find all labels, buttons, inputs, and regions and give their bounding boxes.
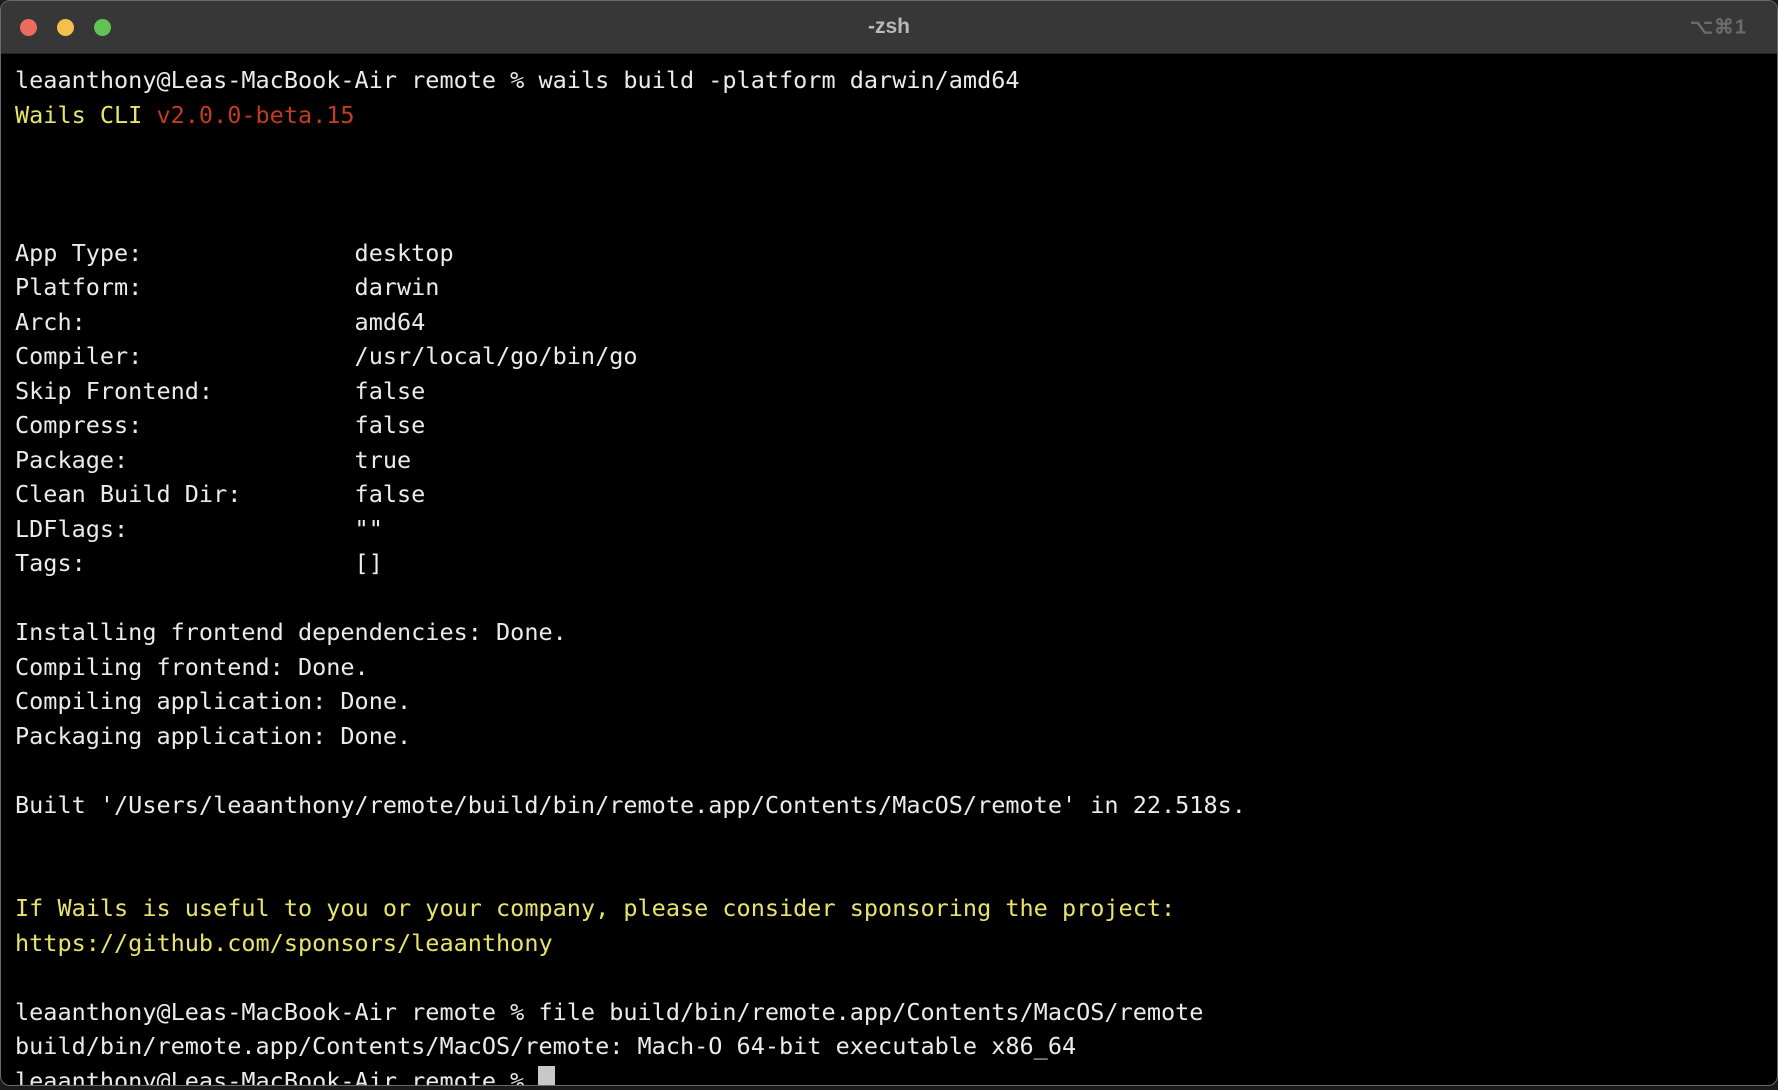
terminal-text-segment: Compiler: /usr/local/go/bin/go — [15, 342, 638, 370]
window-shortcut-badge: ⌥⌘1 — [1690, 15, 1747, 40]
terminal-window: -zsh ⌥⌘1 leaanthony@Leas-MacBook-Air rem… — [0, 0, 1778, 1086]
terminal-line — [15, 581, 1769, 616]
terminal-line: Package: true — [15, 443, 1769, 478]
terminal-line: Wails CLI v2.0.0-beta.15 — [15, 98, 1769, 133]
close-button[interactable] — [20, 19, 37, 36]
terminal-line: Installing frontend dependencies: Done. — [15, 615, 1769, 650]
terminal-text-segment: Wails CLI — [15, 101, 156, 129]
terminal-cursor — [538, 1066, 555, 1086]
terminal-line: Skip Frontend: false — [15, 374, 1769, 409]
terminal-output[interactable]: leaanthony@Leas-MacBook-Air remote % wai… — [1, 54, 1777, 1086]
terminal-text-segment: Installing frontend dependencies: Done. — [15, 618, 567, 646]
terminal-text-segment: leaanthony@Leas-MacBook-Air remote % wai… — [15, 66, 1020, 94]
terminal-line: leaanthony@Leas-MacBook-Air remote % fil… — [15, 995, 1769, 1030]
terminal-line: build/bin/remote.app/Contents/MacOS/remo… — [15, 1029, 1769, 1064]
terminal-text-segment: Built '/Users/leaanthony/remote/build/bi… — [15, 791, 1246, 819]
terminal-line: Built '/Users/leaanthony/remote/build/bi… — [15, 788, 1769, 823]
terminal-line — [15, 132, 1769, 167]
terminal-line: App Type: desktop — [15, 236, 1769, 271]
terminal-line: leaanthony@Leas-MacBook-Air remote % wai… — [15, 63, 1769, 98]
traffic-lights — [20, 1, 111, 53]
terminal-text-segment: Platform: darwin — [15, 273, 439, 301]
title-bar[interactable]: -zsh ⌥⌘1 — [1, 1, 1777, 54]
terminal-text-segment: Compiling frontend: Done. — [15, 653, 369, 681]
terminal-line: Compiling application: Done. — [15, 684, 1769, 719]
terminal-text-segment: Packaging application: Done. — [15, 722, 411, 750]
terminal-line: Clean Build Dir: false — [15, 477, 1769, 512]
terminal-line: Compress: false — [15, 408, 1769, 443]
terminal-text-segment: build/bin/remote.app/Contents/MacOS/remo… — [15, 1032, 1076, 1060]
terminal-text-segment: LDFlags: "" — [15, 515, 383, 543]
minimize-button[interactable] — [57, 19, 74, 36]
terminal-text-segment: Clean Build Dir: false — [15, 480, 425, 508]
terminal-line — [15, 201, 1769, 236]
terminal-text-segment: Compiling application: Done. — [15, 687, 411, 715]
terminal-text-segment: v2.0.0-beta.15 — [156, 101, 354, 129]
terminal-line: Compiling frontend: Done. — [15, 650, 1769, 685]
terminal-text-segment: Tags: [] — [15, 549, 383, 577]
terminal-line — [15, 960, 1769, 995]
terminal-line — [15, 167, 1769, 202]
terminal-text-segment: Arch: amd64 — [15, 308, 425, 336]
window-title: -zsh — [868, 15, 910, 39]
terminal-line: https://github.com/sponsors/leaanthony — [15, 926, 1769, 961]
zoom-button[interactable] — [94, 19, 111, 36]
terminal-line — [15, 857, 1769, 892]
terminal-text-segment: leaanthony@Leas-MacBook-Air remote % — [15, 1067, 538, 1087]
terminal-line — [15, 822, 1769, 857]
terminal-text-segment: App Type: desktop — [15, 239, 454, 267]
terminal-text-segment: leaanthony@Leas-MacBook-Air remote % fil… — [15, 998, 1203, 1026]
terminal-line: leaanthony@Leas-MacBook-Air remote % — [15, 1064, 1769, 1087]
terminal-text-segment: Skip Frontend: false — [15, 377, 425, 405]
terminal-line: Arch: amd64 — [15, 305, 1769, 340]
terminal-text-segment: Package: true — [15, 446, 411, 474]
terminal-line — [15, 753, 1769, 788]
terminal-text-segment: If Wails is useful to you or your compan… — [15, 894, 1175, 922]
terminal-line: Tags: [] — [15, 546, 1769, 581]
terminal-line: Compiler: /usr/local/go/bin/go — [15, 339, 1769, 374]
terminal-text-segment: Compress: false — [15, 411, 425, 439]
terminal-line: LDFlags: "" — [15, 512, 1769, 547]
terminal-line: Packaging application: Done. — [15, 719, 1769, 754]
terminal-text-segment: https://github.com/sponsors/leaanthony — [15, 929, 553, 957]
terminal-line: If Wails is useful to you or your compan… — [15, 891, 1769, 926]
terminal-line: Platform: darwin — [15, 270, 1769, 305]
